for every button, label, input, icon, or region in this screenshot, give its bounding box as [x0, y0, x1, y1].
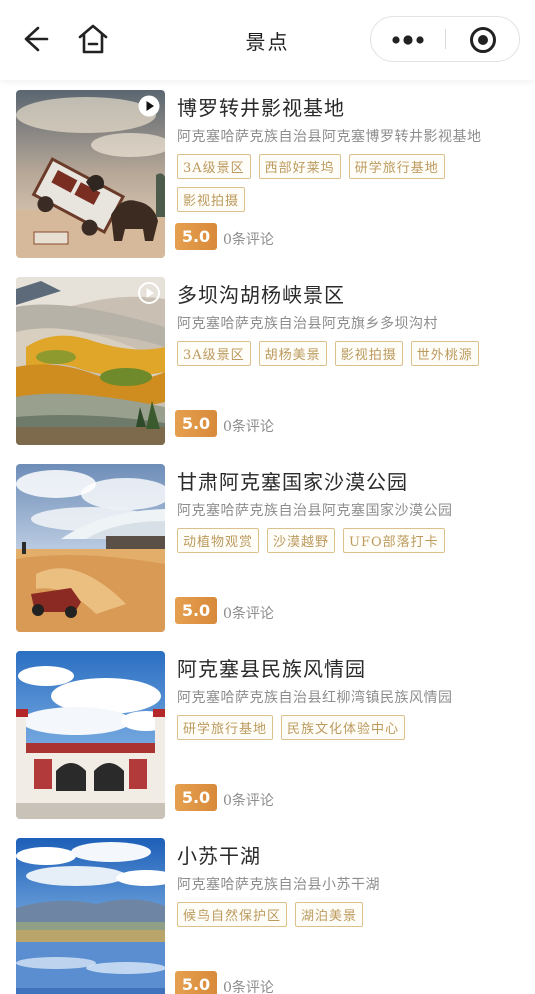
scenic-spot-thumbnail[interactable]	[16, 90, 165, 258]
tag: 世外桃源	[410, 341, 479, 366]
rating-badge: 5.0	[175, 597, 217, 624]
scenic-spot-card[interactable]: 小苏干湖 阿克塞哈萨克族自治县小苏干湖 候鸟自然保护区 湖泊美景 5.0 0条评…	[0, 828, 535, 994]
tag-list: 3A级景区 胡杨美景 影视拍摄 世外桃源	[177, 341, 517, 366]
desert-park-photo	[16, 464, 165, 632]
review-count[interactable]: 0条评论	[223, 977, 274, 994]
rating-badge: 5.0	[175, 223, 217, 250]
more-dots-icon	[392, 35, 424, 45]
scenic-spot-thumbnail[interactable]	[16, 277, 165, 445]
play-video-icon[interactable]	[138, 95, 160, 117]
rating-badge: 5.0	[175, 784, 217, 811]
lake-photo	[16, 838, 165, 994]
tag-list: 候鸟自然保护区 湖泊美景	[177, 902, 517, 927]
tag: 3A级景区	[177, 341, 251, 366]
tag: 影视拍摄	[177, 187, 246, 212]
scenic-spot-thumbnail[interactable]	[16, 838, 165, 994]
rating-badge: 5.0	[175, 971, 217, 994]
scenic-spot-list: 博罗转井影视基地 阿克塞哈萨克族自治县阿克塞博罗转井影视基地 3A级景区 西部好…	[0, 80, 535, 994]
tag: UFO部落打卡	[343, 528, 445, 553]
scenic-spot-address: 阿克塞哈萨克族自治县阿克塞国家沙漠公园	[177, 503, 453, 519]
tag-list: 3A级景区 西部好莱坞 研学旅行基地 影视拍摄	[177, 154, 517, 212]
close-button[interactable]	[446, 17, 520, 61]
tag-list: 动植物观赏 沙漠越野 UFO部落打卡	[177, 528, 517, 553]
tag: 候鸟自然保护区	[177, 902, 288, 927]
review-count[interactable]: 0条评论	[223, 790, 274, 810]
tag: 动植物观赏	[177, 528, 260, 553]
top-navigation-bar: 景点	[0, 0, 535, 80]
tag: 胡杨美景	[258, 341, 327, 366]
scenic-spot-card[interactable]: 阿克塞县民族风情园 阿克塞哈萨克族自治县红柳湾镇民族风情园 研学旅行基地 民族文…	[0, 641, 535, 828]
tag: 沙漠越野	[267, 528, 336, 553]
play-video-icon[interactable]	[138, 282, 160, 304]
tag: 西部好莱坞	[258, 154, 341, 179]
tag-list: 研学旅行基地 民族文化体验中心	[177, 715, 517, 740]
scenic-spot-title[interactable]: 多坝沟胡杨峡景区	[177, 279, 345, 308]
scenic-spot-title[interactable]: 阿克塞县民族风情园	[177, 653, 366, 682]
tag: 湖泊美景	[295, 902, 364, 927]
mini-program-capsule	[370, 16, 520, 62]
tag: 影视拍摄	[334, 341, 403, 366]
scenic-spot-title[interactable]: 小苏干湖	[177, 840, 261, 869]
tag: 研学旅行基地	[348, 154, 445, 179]
scenic-spot-card[interactable]: 多坝沟胡杨峡景区 阿克塞哈萨克族自治县阿克旗乡多坝沟村 3A级景区 胡杨美景 影…	[0, 267, 535, 454]
tag: 民族文化体验中心	[281, 715, 406, 740]
review-count[interactable]: 0条评论	[223, 229, 274, 249]
scenic-spot-thumbnail[interactable]	[16, 464, 165, 632]
scenic-spot-address: 阿克塞哈萨克族自治县阿克旗乡多坝沟村	[177, 316, 438, 332]
scenic-spot-address: 阿克塞哈萨克族自治县阿克塞博罗转井影视基地	[177, 129, 482, 145]
target-icon	[470, 27, 496, 53]
more-button[interactable]	[371, 17, 445, 61]
scenic-spot-card[interactable]: 甘肃阿克塞国家沙漠公园 阿克塞哈萨克族自治县阿克塞国家沙漠公园 动植物观赏 沙漠…	[0, 454, 535, 641]
tag: 3A级景区	[177, 154, 251, 179]
scenic-spot-card[interactable]: 博罗转井影视基地 阿克塞哈萨克族自治县阿克塞博罗转井影视基地 3A级景区 西部好…	[0, 80, 535, 267]
scenic-spot-title[interactable]: 甘肃阿克塞国家沙漠公园	[177, 466, 408, 495]
tag: 研学旅行基地	[177, 715, 274, 740]
review-count[interactable]: 0条评论	[223, 416, 274, 436]
rating-badge: 5.0	[175, 410, 217, 437]
scenic-spot-address: 阿克塞哈萨克族自治县红柳湾镇民族风情园	[177, 690, 453, 706]
scenic-spot-thumbnail[interactable]	[16, 651, 165, 819]
review-count[interactable]: 0条评论	[223, 603, 274, 623]
scenic-spot-address: 阿克塞哈萨克族自治县小苏干湖	[177, 877, 380, 893]
scenic-spot-title[interactable]: 博罗转井影视基地	[177, 92, 345, 121]
ethnic-park-photo	[16, 651, 165, 819]
